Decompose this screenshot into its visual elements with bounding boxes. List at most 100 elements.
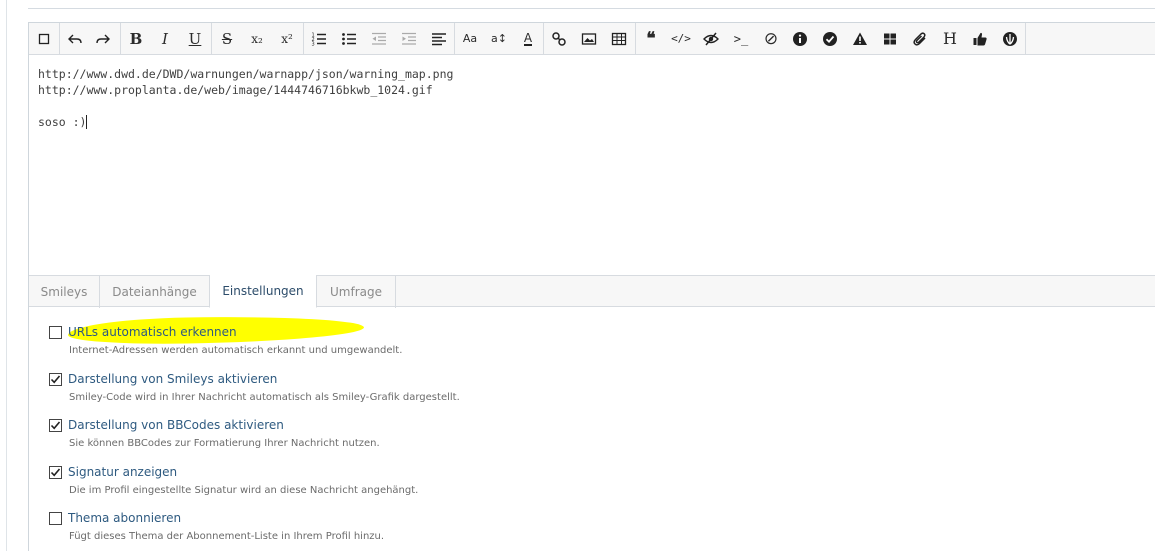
ordered-list-button[interactable]: 123 [304, 23, 334, 54]
attachment-icon [913, 31, 926, 46]
redo-icon [96, 34, 110, 43]
heading-icon: H [943, 28, 957, 48]
option-checkbox[interactable] [49, 466, 62, 479]
toolbar-separator [1025, 23, 1026, 54]
attachment-button[interactable] [905, 23, 935, 54]
outdent-button[interactable] [364, 23, 394, 54]
editor-content[interactable]: http://www.dwd.de/DWD/warnungen/warnapp/… [38, 66, 1138, 266]
undo-icon [68, 34, 82, 43]
thumbs-up-button[interactable] [965, 23, 995, 54]
code-icon: </> [671, 31, 691, 45]
quote-icon: ❝ [646, 28, 656, 49]
table-icon [611, 32, 627, 45]
bold-icon: B [129, 29, 143, 48]
font-size-icon: a↕ [491, 31, 507, 45]
checkmark-icon [50, 375, 61, 384]
terminal-button[interactable]: >_ [726, 23, 756, 54]
unordered-list-button[interactable] [334, 23, 364, 54]
superscript-icon: x² [281, 31, 293, 46]
option-checkbox[interactable] [49, 326, 62, 339]
font-family-icon: Aa [462, 31, 478, 45]
info-icon [793, 31, 807, 46]
image-icon [581, 32, 597, 45]
option-description: Sie können BBCodes zur Formatierung Ihre… [69, 438, 380, 449]
success-button[interactable] [815, 23, 845, 54]
top-divider [28, 8, 1155, 9]
info-button[interactable] [785, 23, 815, 54]
media-button[interactable] [875, 23, 905, 54]
editor-toolbar: B I U S x₂ x² 123 Aa a↕ A ❝ </> >_ ⊘ H [29, 23, 1155, 55]
strikethrough-icon: S [221, 29, 233, 48]
editor-line: http://www.dwd.de/DWD/warnungen/warnapp/… [38, 67, 454, 81]
option-label[interactable]: URLs automatisch erkennen [68, 325, 237, 339]
option-checkbox[interactable] [49, 419, 62, 432]
underline-icon: U [188, 29, 202, 48]
italic-icon: I [162, 29, 168, 48]
heading-button[interactable]: H [935, 23, 965, 54]
settings-panel: URLs automatisch erkennen Internet-Adres… [29, 308, 1155, 551]
option-label[interactable]: Darstellung von BBCodes aktivieren [68, 418, 284, 432]
option-label[interactable]: Thema abonnieren [68, 511, 181, 525]
option-description: Smiley-Code wird in Ihrer Nachricht auto… [69, 392, 460, 403]
warning-button[interactable] [845, 23, 875, 54]
select-all-button[interactable] [29, 23, 59, 54]
text-caret [86, 115, 88, 129]
font-color-button[interactable]: A [513, 23, 543, 54]
font-color-icon: A [523, 30, 533, 46]
editor-line-last: soso :) [38, 114, 1138, 130]
editor-line: http://www.proplanta.de/web/image/144474… [38, 83, 433, 97]
option-label[interactable]: Signatur anzeigen [68, 465, 177, 479]
media-icon [884, 33, 896, 44]
option-checkbox[interactable] [49, 373, 62, 386]
tab-smileys[interactable]: Smileys [29, 275, 100, 308]
checkmark-icon [50, 421, 61, 430]
link-icon [552, 31, 566, 46]
spoiler-button[interactable] [696, 23, 726, 54]
option-description: Internet-Adressen werden automatisch erk… [69, 345, 403, 356]
italic-button[interactable]: I [150, 23, 180, 54]
tab-poll[interactable]: Umfrage [317, 275, 396, 308]
ordered-list-icon: 123 [312, 32, 326, 47]
option-description: Die im Profil eingestellte Signatur wird… [69, 485, 419, 496]
font-family-button[interactable]: Aa [455, 23, 485, 54]
image-button[interactable] [574, 23, 604, 54]
rebel-button[interactable] [995, 23, 1025, 54]
align-button[interactable] [424, 23, 454, 54]
align-icon [432, 32, 446, 45]
terminal-icon: >_ [733, 31, 749, 46]
superscript-button[interactable]: x² [272, 23, 302, 54]
indent-icon [402, 32, 416, 45]
link-button[interactable] [544, 23, 574, 54]
warning-icon [853, 32, 867, 45]
subscript-icon: x₂ [251, 31, 263, 46]
option-description: Fügt dieses Thema der Abonnement-Liste i… [69, 531, 385, 542]
outdent-icon [372, 32, 386, 45]
quote-button[interactable]: ❝ [636, 23, 666, 54]
subscript-button[interactable]: x₂ [242, 23, 272, 54]
option-checkbox[interactable] [49, 512, 62, 525]
editor-line-text: soso :) [38, 115, 87, 129]
page: B I U S x₂ x² 123 Aa a↕ A ❝ </> >_ ⊘ H h… [0, 0, 1155, 551]
left-divider [6, 0, 7, 551]
bold-button[interactable]: B [121, 23, 151, 54]
tab-attachments[interactable]: Dateianhänge [100, 275, 210, 308]
success-icon [823, 31, 837, 46]
unordered-list-icon [342, 32, 356, 45]
tab-settings[interactable]: Einstellungen [209, 275, 317, 308]
option-label[interactable]: Darstellung von Smileys aktivieren [68, 372, 277, 386]
code-button[interactable]: </> [666, 23, 696, 54]
underline-button[interactable]: U [180, 23, 210, 54]
svg-text:3: 3 [312, 41, 315, 47]
font-size-button[interactable]: a↕ [484, 23, 514, 54]
message-editor: B I U S x₂ x² 123 Aa a↕ A ❝ </> >_ ⊘ H h… [28, 22, 1155, 551]
spoiler-icon [703, 32, 719, 45]
no-parse-button[interactable]: ⊘ [756, 23, 786, 54]
rebel-icon [1003, 31, 1017, 46]
table-button[interactable] [604, 23, 634, 54]
indent-button[interactable] [394, 23, 424, 54]
redo-button[interactable] [88, 23, 118, 54]
undo-button[interactable] [60, 23, 90, 54]
no-parse-icon: ⊘ [763, 28, 779, 49]
strikethrough-button[interactable]: S [212, 23, 242, 54]
